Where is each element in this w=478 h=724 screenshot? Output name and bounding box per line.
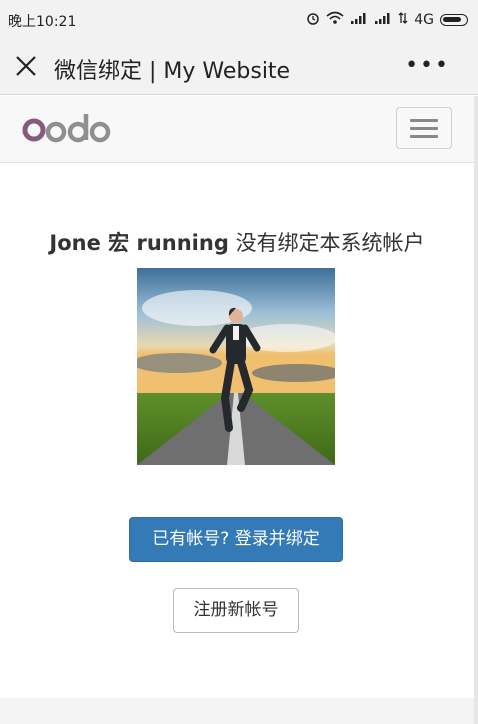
data-transfer-icon xyxy=(398,12,408,27)
hamburger-icon-bar xyxy=(410,135,438,138)
login-and-bind-button[interactable]: 已有帐号? 登录并绑定 xyxy=(129,517,343,562)
alarm-icon xyxy=(306,11,320,28)
status-time: 晚上10:21 xyxy=(8,14,77,30)
network-type: 4G xyxy=(414,11,434,28)
site-header xyxy=(0,96,474,163)
odoo-logo[interactable] xyxy=(22,110,122,152)
avatar-image xyxy=(137,268,335,465)
bind-message: Jone 宏 running 没有绑定本系统帐户 xyxy=(0,227,474,257)
status-icons: 4G xyxy=(306,11,468,28)
message-text: 没有绑定本系统帐户 xyxy=(235,231,425,255)
hamburger-icon xyxy=(410,119,438,122)
wifi-icon xyxy=(326,11,344,28)
register-button[interactable]: 注册新帐号 xyxy=(173,588,299,633)
battery-icon xyxy=(440,13,468,26)
wechat-nav-bar: 微信绑定 | My Website ••• xyxy=(0,40,478,95)
more-icon[interactable]: ••• xyxy=(405,53,450,78)
page-title: 微信绑定 | My Website xyxy=(54,59,291,84)
hamburger-icon-bar xyxy=(410,127,438,130)
menu-toggle-button[interactable] xyxy=(396,107,452,149)
signal-icon-2 xyxy=(374,12,392,27)
scroll-edge xyxy=(474,96,478,724)
signal-icon xyxy=(350,12,368,27)
footer xyxy=(0,698,474,724)
status-bar: 晚上10:21 4G xyxy=(0,0,478,40)
user-name: Jone 宏 running xyxy=(49,231,229,255)
close-icon[interactable] xyxy=(12,52,40,80)
